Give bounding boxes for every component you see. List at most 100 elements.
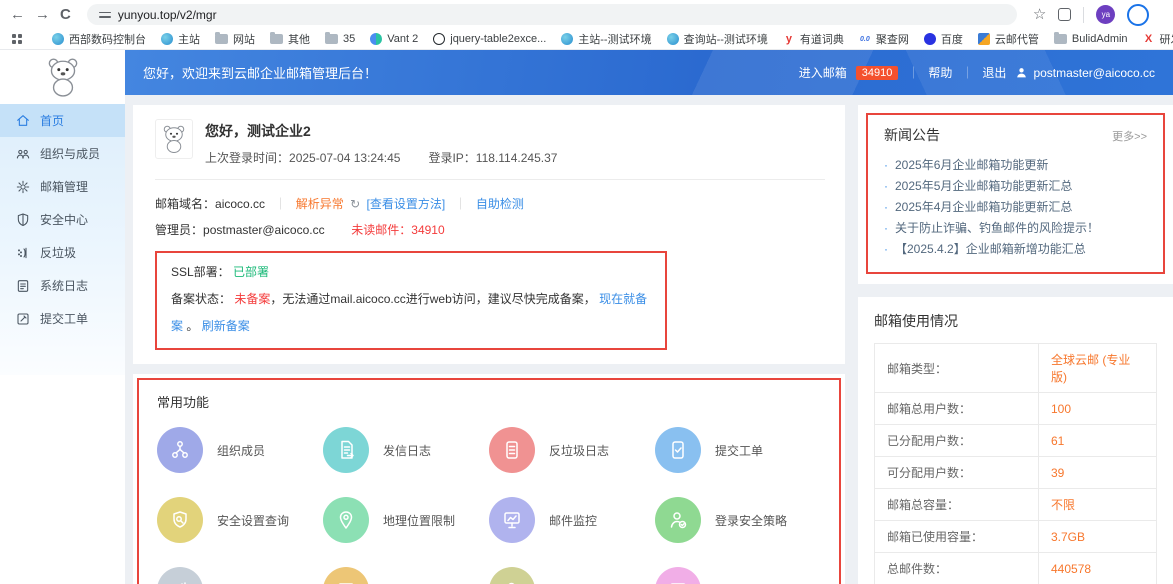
- bookmark-item[interactable]: BulidAdmin: [1054, 33, 1128, 45]
- news-item[interactable]: ·2025年5月企业邮箱功能更新汇总: [884, 176, 1147, 197]
- app-logo: [0, 50, 125, 104]
- site-icon: [161, 33, 173, 45]
- news-card: 新闻公告 更多>> ·2025年6月企业邮箱功能更新 ·2025年5月企业邮箱功…: [858, 105, 1173, 284]
- feature-org-members[interactable]: 组织成员: [157, 427, 323, 473]
- apps-grid-icon[interactable]: [12, 34, 22, 44]
- bookmark-item[interactable]: jquery-table2exce...: [433, 33, 546, 45]
- news-item[interactable]: ·关于防止诈骗、钓鱼邮件的风险提示！: [884, 218, 1147, 239]
- bookmark-item[interactable]: X研发知识库: [1143, 31, 1173, 47]
- bookmark-item[interactable]: 查询站--测试环境: [667, 31, 768, 47]
- feature-receive-rules[interactable]: 设置收信规则: [323, 567, 489, 584]
- browser-toolbar: ← → C yunyou.top/v2/mgr ☆ ya: [0, 0, 1173, 29]
- reload-button[interactable]: C: [60, 7, 71, 22]
- address-bar[interactable]: yunyou.top/v2/mgr: [87, 4, 1017, 25]
- bookmarks-bar: 西部数码控制台 主站 网站 其他 35 Vant 2 jquery-table2…: [0, 29, 1173, 50]
- table-row: 邮箱类型：全球云邮 (专业版): [875, 344, 1157, 393]
- bullet-icon: ·: [884, 197, 888, 218]
- help-link[interactable]: 帮助: [928, 64, 952, 81]
- feature-login-policy[interactable]: 登录安全策略: [655, 497, 821, 543]
- login-ip-label: 登录IP：: [428, 151, 475, 165]
- bookmark-item[interactable]: 百度: [924, 31, 963, 47]
- shield-icon: [15, 212, 31, 228]
- beian-refresh-link[interactable]: 刷新备案: [202, 319, 250, 333]
- forward-button[interactable]: →: [35, 7, 50, 22]
- bookmark-item[interactable]: 网站: [215, 31, 255, 47]
- self-check-link[interactable]: 自助检测: [476, 197, 524, 211]
- profile-avatar[interactable]: ya: [1096, 5, 1115, 24]
- extensions-icon[interactable]: [1058, 8, 1071, 21]
- content-area: 您好，测试企业2 上次登录时间：2025-07-04 13:24:45登录IP：…: [125, 95, 1173, 584]
- toolbar-divider: [1083, 7, 1084, 23]
- dns-refresh-icon[interactable]: ↻: [350, 197, 360, 211]
- ssl-status-section: SSL部署： 已部署 备案状态： 未备案，无法通过mail.aicoco.cc进…: [155, 251, 667, 350]
- yunyou-icon: [978, 33, 990, 45]
- feature-geo-limit[interactable]: 地理位置限制: [323, 497, 489, 543]
- send-log-icon: [323, 427, 369, 473]
- domain-value: aicoco.cc: [215, 197, 265, 211]
- feature-submit-ticket[interactable]: 提交工单: [655, 427, 821, 473]
- mail-monitor-icon: [489, 497, 535, 543]
- submit-ticket-icon: [655, 427, 701, 473]
- news-item[interactable]: ·2025年4月企业邮箱功能更新汇总: [884, 197, 1147, 218]
- blacklist-icon: [489, 567, 535, 584]
- org-members-icon: [157, 427, 203, 473]
- sidebar-item-mailbox-mgmt[interactable]: 邮箱管理: [0, 170, 125, 203]
- folder-icon: [215, 34, 228, 44]
- company-avatar: [155, 119, 193, 159]
- antispam-icon: [15, 245, 31, 261]
- logout-link[interactable]: 退出: [982, 64, 1006, 81]
- bookmark-item[interactable]: 35: [325, 33, 355, 45]
- table-row: 邮箱总用户数：100: [875, 393, 1157, 425]
- bookmark-item[interactable]: y有道词典: [783, 31, 844, 47]
- bookmark-item[interactable]: 其他: [270, 31, 310, 47]
- folder-icon: [1054, 34, 1067, 44]
- sidebar-item-security-center[interactable]: 安全中心: [0, 203, 125, 236]
- gear-icon: [15, 179, 31, 195]
- bookmark-item[interactable]: 0.0聚查网: [859, 31, 909, 47]
- news-item[interactable]: ·【2025.4.2】企业邮箱新增功能汇总: [884, 239, 1147, 260]
- sidebar-item-antispam[interactable]: 反垃圾: [0, 236, 125, 269]
- bookmark-item[interactable]: 主站--测试环境: [561, 31, 651, 47]
- news-title: 新闻公告: [884, 125, 940, 145]
- url-text[interactable]: yunyou.top/v2/mgr: [118, 8, 217, 22]
- feature-send-log[interactable]: 发信日志: [323, 427, 489, 473]
- company-greeting: 您好，测试企业2: [205, 121, 557, 141]
- setup-method-link[interactable]: [查看设置方法]: [367, 197, 446, 211]
- account-menu[interactable]: postmaster@aicoco.cc: [1015, 66, 1155, 80]
- feature-security-query[interactable]: 安全设置查询: [157, 497, 323, 543]
- feature-blacklist[interactable]: 黑白名单: [489, 567, 655, 584]
- secondary-avatar[interactable]: [1127, 4, 1149, 26]
- feature-delete-mail[interactable]: 删除来信: [655, 567, 821, 584]
- usage-title: 邮箱使用情况: [874, 311, 1157, 331]
- antispam-settings-icon: [157, 567, 203, 584]
- feature-antispam-log[interactable]: 反垃圾日志: [489, 427, 655, 473]
- table-row: 可分配用户数：39: [875, 457, 1157, 489]
- news-more-link[interactable]: 更多>>: [1112, 128, 1147, 144]
- feature-antispam-settings[interactable]: 反垃圾设置: [157, 567, 323, 584]
- sidebar-item-system-log[interactable]: 系统日志: [0, 269, 125, 302]
- sidebar-item-submit-ticket[interactable]: 提交工单: [0, 302, 125, 335]
- login-policy-icon: [655, 497, 701, 543]
- bookmark-star-icon[interactable]: ☆: [1033, 7, 1046, 22]
- bullet-icon: ·: [884, 239, 888, 260]
- bookmark-item[interactable]: Vant 2: [370, 33, 418, 45]
- table-row: 邮箱已使用容量：3.7GB: [875, 521, 1157, 553]
- login-ip: 118.114.245.37: [476, 151, 558, 165]
- bookmark-item[interactable]: 云邮代管: [978, 31, 1039, 47]
- back-button[interactable]: ←: [10, 7, 25, 22]
- news-item[interactable]: ·2025年6月企业邮箱功能更新: [884, 155, 1147, 176]
- unread-badge[interactable]: 34910: [856, 66, 899, 80]
- overview-card: 您好，测试企业2 上次登录时间：2025-07-04 13:24:45登录IP：…: [133, 105, 845, 364]
- site-icon: [52, 33, 64, 45]
- site-settings-icon[interactable]: [99, 10, 111, 20]
- bookmark-item[interactable]: 西部数码控制台: [52, 31, 146, 47]
- feature-mail-monitor[interactable]: 邮件监控: [489, 497, 655, 543]
- bookmark-item[interactable]: 主站: [161, 31, 200, 47]
- table-row: 已分配用户数：61: [875, 425, 1157, 457]
- sidebar: 首页 组织与成员 邮箱管理 安全中心 反垃圾 系统日志: [0, 50, 125, 584]
- sidebar-item-org-members[interactable]: 组织与成员: [0, 137, 125, 170]
- enter-mailbox-link[interactable]: 进入邮箱: [799, 64, 847, 81]
- security-query-icon: [157, 497, 203, 543]
- news-section: 新闻公告 更多>> ·2025年6月企业邮箱功能更新 ·2025年5月企业邮箱功…: [866, 113, 1165, 274]
- sidebar-item-home[interactable]: 首页: [0, 104, 125, 137]
